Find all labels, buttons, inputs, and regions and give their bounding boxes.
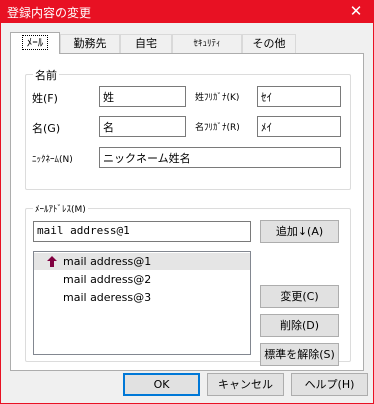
nickname-label: ﾆｯｸﾈｰﾑ(N): [32, 155, 73, 165]
title-bar: 登録内容の変更 ✕: [0, 0, 374, 23]
unset-default-button[interactable]: 標準を解除(S): [260, 343, 339, 366]
help-button[interactable]: ヘルプ(H): [291, 373, 368, 396]
up-arrow-icon: [47, 256, 57, 267]
cancel-button[interactable]: キャンセル: [207, 373, 284, 396]
change-button[interactable]: 変更(C): [260, 285, 339, 308]
ok-button[interactable]: OK: [123, 373, 200, 396]
first-kana-input[interactable]: ﾒｲ: [257, 116, 341, 137]
tab-work[interactable]: 勤務先: [60, 34, 120, 53]
tab-mail-label: ﾒｰﾙ: [21, 35, 49, 50]
list-item[interactable]: mail address@2: [34, 271, 250, 288]
list-item[interactable]: mail address@1: [34, 253, 250, 270]
mail-address-input[interactable]: mail address@1: [33, 221, 251, 242]
last-kana-label: 姓ﾌﾘｶﾞﾅ(K): [195, 93, 240, 103]
mail-address-group: ﾒｰﾙｱﾄﾞﾚｽ(M) mail address@1 追加↓(A) mail a…: [25, 202, 351, 366]
name-group: 名前 姓(F) 姓 姓ﾌﾘｶﾞﾅ(K) ｾｲ 名(G) 名 名ﾌﾘｶﾞﾅ(R) …: [25, 67, 351, 190]
list-item[interactable]: mail aderess@3: [34, 289, 250, 306]
tab-security[interactable]: ｾｷｭﾘﾃｨ: [172, 34, 242, 53]
mail-address-group-title: ﾒｰﾙｱﾄﾞﾚｽ(M): [33, 202, 88, 215]
last-name-label: 姓(F): [32, 92, 58, 105]
first-name-label: 名(G): [32, 122, 61, 135]
tab-panel: 名前 姓(F) 姓 姓ﾌﾘｶﾞﾅ(K) ｾｲ 名(G) 名 名ﾌﾘｶﾞﾅ(R) …: [10, 53, 364, 371]
delete-button[interactable]: 削除(D): [260, 314, 339, 337]
dialog-client-area: ﾒｰﾙ 勤務先 自宅 ｾｷｭﾘﾃｨ その他 名前 姓(F) 姓 姓ﾌﾘｶﾞﾅ(K…: [1, 23, 373, 403]
tab-other[interactable]: その他: [242, 34, 296, 53]
close-icon[interactable]: ✕: [342, 0, 370, 23]
add-button[interactable]: 追加↓(A): [260, 220, 339, 243]
list-item-text: mail address@1: [63, 255, 152, 268]
last-name-input[interactable]: 姓: [99, 86, 186, 107]
last-kana-input[interactable]: ｾｲ: [257, 86, 341, 107]
first-name-input[interactable]: 名: [99, 116, 186, 137]
mail-address-list[interactable]: mail address@1 mail address@2 mail adere…: [33, 251, 251, 355]
nickname-input[interactable]: ニックネーム姓名: [99, 147, 341, 168]
tab-mail[interactable]: ﾒｰﾙ: [10, 32, 60, 54]
first-kana-label: 名ﾌﾘｶﾞﾅ(R): [195, 123, 240, 133]
tab-home[interactable]: 自宅: [120, 34, 172, 53]
window-title: 登録内容の変更: [7, 6, 92, 20]
name-group-title: 名前: [33, 67, 59, 83]
